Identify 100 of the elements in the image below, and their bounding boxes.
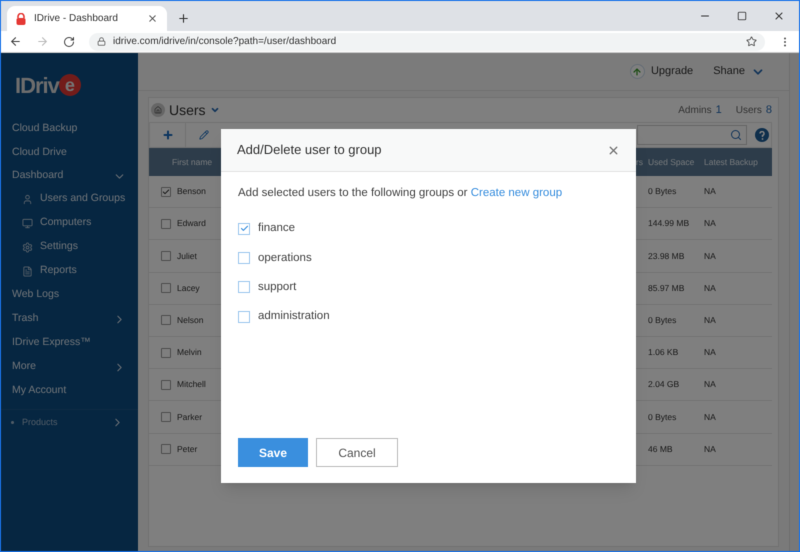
table-cell-text: NA xyxy=(703,314,717,327)
table-cell: Benson xyxy=(177,185,206,198)
new-tab-icon[interactable] xyxy=(177,12,190,25)
group-label: support xyxy=(258,280,296,295)
checkbox[interactable] xyxy=(238,281,250,294)
checkbox[interactable] xyxy=(161,412,171,422)
checkbox[interactable] xyxy=(161,250,171,261)
admins-label: Admins xyxy=(678,104,712,118)
bookmark-star-icon[interactable] xyxy=(746,36,757,47)
reload-icon[interactable] xyxy=(63,36,75,48)
table-cell-text: 144.99 MB xyxy=(647,217,690,230)
table-cell: Juliet xyxy=(177,250,197,262)
plus-icon xyxy=(162,129,174,141)
maximize-icon[interactable] xyxy=(737,11,747,21)
lock-icon xyxy=(97,37,106,46)
users-label: Users xyxy=(736,104,762,118)
table-cell-text: NA xyxy=(703,250,717,262)
logo: IDriv e xyxy=(1,53,138,117)
table-cell: Mitchell xyxy=(177,378,206,392)
caret-icon[interactable] xyxy=(210,105,220,115)
sidebar-item[interactable]: Web Logs xyxy=(1,283,138,307)
table-cell-text: NA xyxy=(703,346,717,359)
table-cell: Parker xyxy=(177,410,202,424)
user-menu[interactable]: Shane xyxy=(713,63,765,80)
check-icon xyxy=(162,188,170,196)
checkbox[interactable] xyxy=(161,186,171,197)
help-icon[interactable] xyxy=(755,128,769,142)
table-cell-text: NA xyxy=(703,282,717,295)
table-cell: Peter xyxy=(177,442,198,456)
checkbox[interactable] xyxy=(161,380,171,390)
scrollbar[interactable] xyxy=(789,53,799,551)
sidebar-item[interactable]: Cloud Backup xyxy=(1,117,138,141)
sidebar-item[interactable]: Trash xyxy=(1,307,138,331)
table-cell: Melvin xyxy=(177,346,202,359)
page-title: Users xyxy=(169,100,206,120)
close-icon[interactable] xyxy=(773,10,785,22)
table-cell-text: 85.97 MB xyxy=(647,282,686,295)
monitor-icon xyxy=(22,218,33,228)
table-cell-text: 0 Bytes xyxy=(647,185,678,198)
browser-tab[interactable]: IDrive - Dashboard xyxy=(7,6,167,31)
column-header: Latest Backup xyxy=(703,156,759,168)
checkbox[interactable] xyxy=(238,222,250,235)
checkbox[interactable] xyxy=(161,348,171,358)
sidebar-subitem[interactable]: Computers xyxy=(1,211,138,235)
search-field[interactable] xyxy=(637,125,747,145)
close-icon[interactable] xyxy=(147,13,158,24)
table-cell: Nelson xyxy=(177,314,204,327)
checkbox[interactable] xyxy=(161,218,171,229)
column-header: Used Space xyxy=(647,156,696,168)
table-cell-text: 1.06 KB xyxy=(647,346,680,359)
user-icon xyxy=(22,194,33,204)
sidebar-item[interactable]: Dashboard xyxy=(1,165,138,187)
search-icon xyxy=(730,129,742,141)
table-cell-text: 23.98 MB xyxy=(647,250,686,262)
address-bar[interactable]: idrive.com/idrive/in/console?path=/user/dashboard xyxy=(89,32,765,50)
table-cell-text: NA xyxy=(703,185,717,198)
table-cell-text: NA xyxy=(703,217,717,230)
table-cell-text: 0 Bytes xyxy=(647,314,678,327)
sidebar-item[interactable]: IDrive Express™ xyxy=(1,331,138,355)
table-cell: Lacey xyxy=(177,282,200,295)
table-cell-text: 0 Bytes xyxy=(647,410,678,424)
pencil-icon xyxy=(199,130,209,140)
admins-count[interactable]: 1 xyxy=(716,102,722,118)
forward-icon[interactable] xyxy=(36,35,49,48)
group-label: operations xyxy=(258,250,312,266)
table-cell-text: NA xyxy=(703,442,717,456)
sidebar-subitem[interactable]: Settings xyxy=(1,235,138,259)
create-group-link[interactable]: Create new group xyxy=(470,187,562,199)
save-button[interactable]: Save xyxy=(238,438,308,467)
sidebar-item[interactable]: My Account xyxy=(1,379,138,403)
group-label: administration xyxy=(258,309,330,324)
cancel-button[interactable]: Cancel xyxy=(316,438,398,467)
dialog-title: Add/Delete user to group xyxy=(237,141,382,160)
document-icon xyxy=(22,266,33,276)
sidebar-subitem[interactable]: Reports xyxy=(1,259,138,283)
back-icon[interactable] xyxy=(9,35,22,48)
checkbox[interactable] xyxy=(161,283,171,294)
sidebar-subitem[interactable]: Users and Groups xyxy=(1,187,138,211)
table-cell: Edward xyxy=(177,217,206,230)
sidebar-item[interactable]: Cloud Drive xyxy=(1,141,138,165)
upgrade-link[interactable]: Upgrade xyxy=(630,63,694,80)
table-cell-text: NA xyxy=(703,378,717,392)
dialog-instructions: Add selected users to the following groups or Create new group xyxy=(238,186,564,201)
users-count[interactable]: 8 xyxy=(766,102,772,118)
checkbox[interactable] xyxy=(238,252,250,264)
column-header: rs xyxy=(636,156,643,168)
checkbox[interactable] xyxy=(238,310,250,323)
column-header: First name xyxy=(171,156,214,168)
table-cell-text: 2.04 GB xyxy=(647,378,680,392)
home-icon[interactable] xyxy=(151,103,165,117)
table-cell-text: NA xyxy=(703,410,717,424)
table-cell-text: 46 MB xyxy=(647,442,674,456)
check-icon xyxy=(240,224,248,234)
padlock-logo-icon xyxy=(16,12,26,24)
checkbox[interactable] xyxy=(161,315,171,326)
checkbox[interactable] xyxy=(161,444,171,454)
close-icon[interactable] xyxy=(607,144,620,156)
sidebar-item[interactable]: More xyxy=(1,355,138,379)
group-label: finance xyxy=(258,221,296,236)
gear-icon xyxy=(22,242,33,252)
